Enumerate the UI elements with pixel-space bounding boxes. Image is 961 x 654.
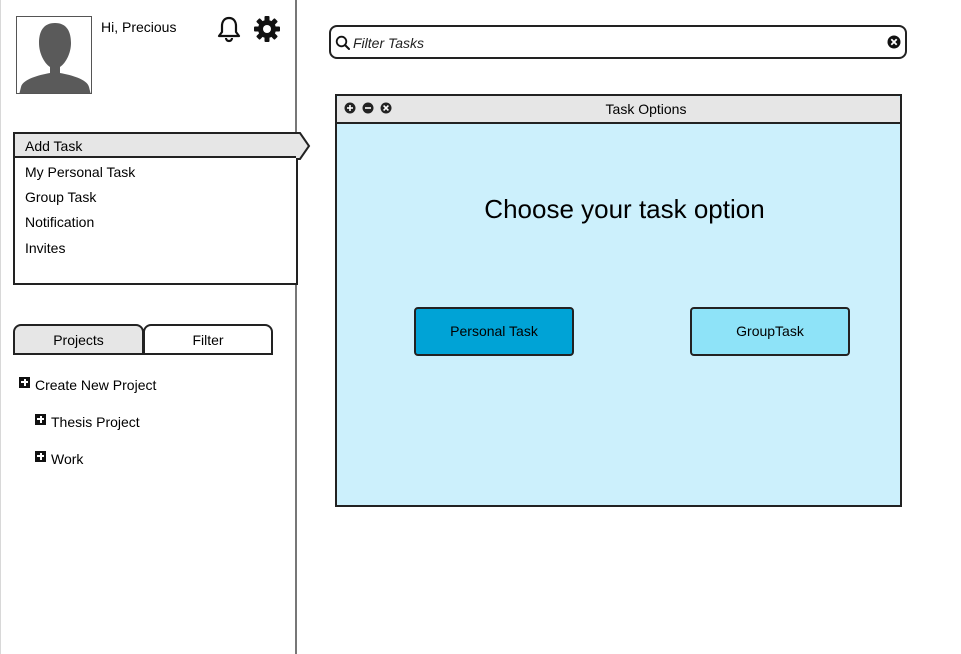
- project-tabs: Projects Filter: [13, 324, 273, 355]
- project-item-work[interactable]: Work: [35, 450, 84, 467]
- sidebar: Hi, Precious Add Task My Personal Task G…: [0, 0, 311, 654]
- avatar[interactable]: [16, 16, 92, 94]
- gear-icon[interactable]: [253, 15, 281, 43]
- expand-plus-icon[interactable]: [35, 413, 46, 425]
- group-task-button[interactable]: GroupTask: [690, 307, 850, 356]
- tab-projects[interactable]: Projects: [13, 324, 144, 355]
- tab-filter[interactable]: Filter: [143, 324, 273, 355]
- menu-item-group-task[interactable]: Group Task: [25, 189, 96, 205]
- task-menu: Add Task My Personal Task Group Task Not…: [13, 132, 298, 285]
- bell-icon[interactable]: [215, 15, 243, 43]
- menu-pointer-arrow: [296, 132, 311, 160]
- greeting-text: Hi, Precious: [101, 19, 177, 35]
- menu-item-add-task[interactable]: Add Task: [25, 138, 82, 154]
- plus-icon: [19, 376, 30, 388]
- search-input[interactable]: [353, 31, 873, 55]
- menu-item-invites[interactable]: Invites: [25, 240, 65, 256]
- create-new-project-item[interactable]: Create New Project: [19, 376, 157, 393]
- project-item-thesis[interactable]: Thesis Project: [35, 413, 140, 430]
- create-new-project-label: Create New Project: [35, 377, 157, 393]
- dialog-heading: Choose your task option: [484, 194, 765, 224]
- filter-tasks-search: [329, 25, 907, 59]
- personal-task-button[interactable]: Personal Task: [414, 307, 574, 356]
- user-silhouette-icon: [17, 17, 91, 93]
- menu-item-notification[interactable]: Notification: [25, 214, 94, 230]
- search-icon: [335, 35, 350, 50]
- project-label: Work: [51, 451, 84, 467]
- dialog-title: Task Options: [605, 101, 687, 117]
- task-options-dialog: Task Options Choose your task option Per…: [335, 94, 902, 507]
- clear-search-icon[interactable]: [887, 35, 901, 49]
- project-label: Thesis Project: [51, 414, 140, 430]
- expand-plus-icon[interactable]: [35, 450, 46, 462]
- dialog-titlebar[interactable]: Task Options: [337, 96, 900, 124]
- menu-item-my-personal-task[interactable]: My Personal Task: [25, 164, 135, 180]
